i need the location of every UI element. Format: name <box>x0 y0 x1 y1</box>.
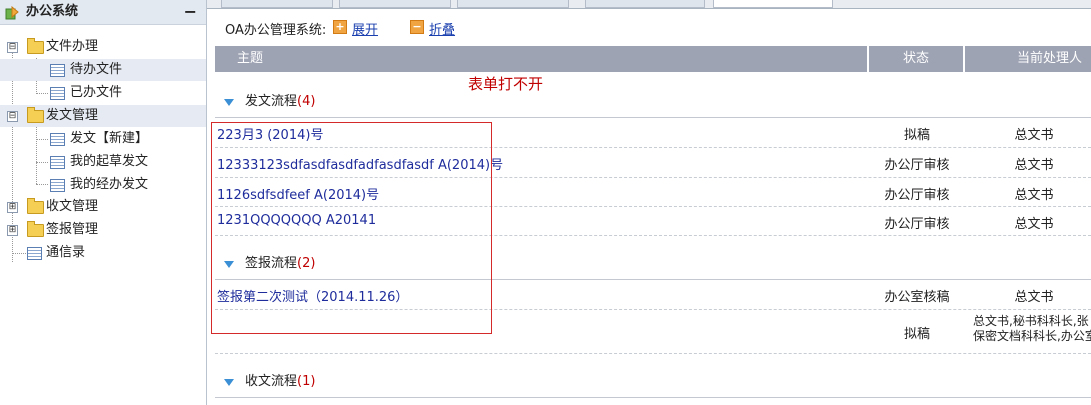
row-handler: 总文书 <box>1014 158 1054 173</box>
tree-node-label: 发文管理 <box>46 108 99 123</box>
tree-node-my-drafts[interactable]: 我的起草发文 <box>0 151 206 173</box>
tree-node-label: 待办文件 <box>70 62 123 77</box>
tree-node-label: 签报管理 <box>46 222 99 237</box>
expand-icon[interactable]: ⊞ <box>7 225 18 236</box>
annotation-text: 表单打不开 <box>468 75 544 93</box>
divider <box>215 353 1091 354</box>
collapse-icon[interactable]: ⊟ <box>7 111 18 122</box>
group-row-dispatch[interactable]: 发文流程(4) <box>215 91 1091 113</box>
tree-node-label: 我的起草发文 <box>70 154 149 169</box>
tree-node-label: 发文【新建】 <box>70 131 149 146</box>
sidebar-tree: 办公系统 − ⊟ 文件办理 待办文件 已办文件 ⊟ 发文管理 发文【新建】 我的… <box>0 0 207 405</box>
document-list-icon <box>50 87 65 100</box>
row-handler-line: 保密文档科科长,办公室 <box>973 329 1091 343</box>
group-name: 收文流程 <box>245 374 298 389</box>
expand-arrow-icon[interactable] <box>224 99 234 106</box>
tree-node-label: 收文管理 <box>46 199 99 214</box>
tree-node-pending-files[interactable]: 待办文件 <box>0 59 206 81</box>
folder-icon <box>27 107 44 123</box>
tree-node-my-handled-dispatch[interactable]: 我的经办发文 <box>0 174 206 196</box>
collapse-icon[interactable]: ⊟ <box>7 42 18 53</box>
folder-icon <box>27 221 44 237</box>
column-divider <box>963 46 965 72</box>
folder-icon <box>27 38 44 54</box>
row-handler: 总文书 <box>1014 290 1054 305</box>
expand-all-button[interactable]: + 展开 <box>333 19 379 38</box>
column-header-handler[interactable]: 当前处理人 <box>1017 46 1082 72</box>
toolbar-title: OA办公管理系统: <box>225 23 327 38</box>
row-status: 拟稿 <box>903 327 930 342</box>
tree-node-receive-management[interactable]: ⊞ 收文管理 <box>0 196 206 218</box>
tree-node-contacts[interactable]: 通信录 <box>0 242 206 264</box>
document-list-icon <box>27 247 42 260</box>
tree-node-dispatch-management[interactable]: ⊟ 发文管理 <box>0 105 206 127</box>
divider <box>215 397 1091 398</box>
sidebar-title: 办公系统 <box>26 4 79 19</box>
tab-active[interactable] <box>713 0 833 8</box>
row-handler: 总文书 <box>1014 217 1054 232</box>
main-content: OA办公管理系统: + 展开 − 折叠 主题 状态 当前处理人 发文流程(4) … <box>207 0 1091 405</box>
tree-node-label: 已办文件 <box>70 85 123 100</box>
row-status: 办公厅审核 <box>884 188 950 203</box>
tab[interactable] <box>457 0 569 8</box>
minus-icon: − <box>410 20 424 34</box>
row-handler: 总文书 <box>1014 128 1054 143</box>
row-handler: 总文书,秘书科科长,张 保密文档科科长,办公室 <box>973 314 1091 344</box>
group-count: (1) <box>297 374 316 389</box>
collapse-all-label: 折叠 <box>429 23 456 38</box>
tab[interactable] <box>585 0 705 8</box>
document-list-icon <box>50 133 65 146</box>
tree-node-new-dispatch[interactable]: 发文【新建】 <box>0 128 206 150</box>
expand-arrow-icon[interactable] <box>224 379 234 386</box>
folder-icon <box>27 198 44 214</box>
row-status: 办公厅审核 <box>884 158 950 173</box>
row-status: 拟稿 <box>903 128 930 143</box>
toolbar: OA办公管理系统: + 展开 − 折叠 <box>207 8 1091 46</box>
group-count: (4) <box>297 94 316 109</box>
tree-node-file-handling[interactable]: ⊟ 文件办理 <box>0 36 206 58</box>
tab[interactable] <box>339 0 451 8</box>
tree-node-report-management[interactable]: ⊞ 签报管理 <box>0 219 206 241</box>
office-system-icon <box>5 5 19 20</box>
plus-icon: + <box>333 20 347 34</box>
annotation-box <box>211 122 492 334</box>
expand-icon[interactable]: ⊞ <box>7 202 18 213</box>
group-row-receive[interactable]: 收文流程(1) <box>215 371 1091 393</box>
sidebar-collapse-button[interactable]: − <box>184 0 197 24</box>
sidebar-header: 办公系统 − <box>0 0 206 25</box>
tree-node-handled-files[interactable]: 已办文件 <box>0 82 206 104</box>
collapse-all-button[interactable]: − 折叠 <box>410 19 456 38</box>
row-status: 办公室核稿 <box>884 290 950 305</box>
expand-all-label: 展开 <box>352 23 379 38</box>
document-list-icon <box>50 179 65 192</box>
tree-node-label: 我的经办发文 <box>70 177 149 192</box>
tree-node-label: 通信录 <box>46 245 86 260</box>
column-header-subject[interactable]: 主题 <box>237 46 263 72</box>
row-handler-line: 总文书,秘书科科长,张 <box>973 314 1089 328</box>
table-header: 主题 状态 当前处理人 <box>215 46 1091 72</box>
tree-node-label: 文件办理 <box>46 39 99 54</box>
group-name: 发文流程 <box>245 94 298 109</box>
document-list-icon <box>50 64 65 77</box>
row-status: 办公厅审核 <box>884 217 950 232</box>
row-handler: 总文书 <box>1014 188 1054 203</box>
tab[interactable] <box>221 0 333 8</box>
column-header-status[interactable]: 状态 <box>869 46 963 72</box>
document-list-icon <box>50 156 65 169</box>
